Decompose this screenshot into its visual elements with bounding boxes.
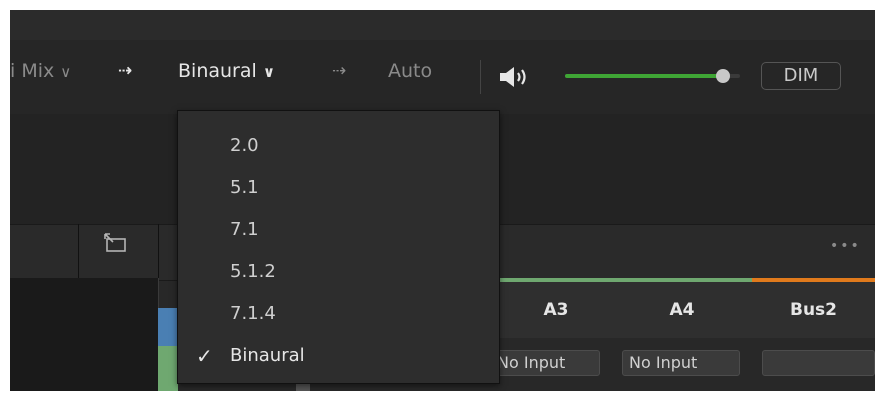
- track-color-marker: [158, 346, 178, 391]
- menu-item-label: 7.1.4: [230, 303, 276, 324]
- speaker-icon[interactable]: [498, 65, 534, 89]
- input-selector[interactable]: No Input: [622, 350, 740, 376]
- menu-item-5-1[interactable]: 5.1: [178, 168, 499, 208]
- checkmark-icon: ✓: [196, 344, 213, 368]
- mix-selector-label: i Mix: [10, 60, 55, 82]
- volume-slider-track[interactable]: [565, 69, 740, 83]
- dim-button[interactable]: DIM: [761, 62, 841, 90]
- routing-arrow-icon: ⇢: [332, 61, 347, 81]
- top-strip: [10, 10, 875, 40]
- channel-a4-header[interactable]: A4: [612, 282, 753, 338]
- menu-item-label: 7.1: [230, 219, 259, 240]
- divider: [480, 60, 481, 94]
- menu-item-5-1-2[interactable]: 5.1.2: [178, 252, 499, 292]
- menu-item-2-0[interactable]: 2.0: [178, 126, 499, 166]
- more-options-icon[interactable]: •••: [830, 238, 861, 254]
- format-selector[interactable]: Binaural ∨: [178, 56, 275, 87]
- format-selector-label: Binaural: [178, 60, 257, 82]
- menu-item-label: 5.1.2: [230, 261, 276, 282]
- divider: [78, 224, 79, 279]
- volume-slider-handle[interactable]: [716, 69, 730, 83]
- left-header-cell: [10, 224, 159, 279]
- monitor-toolbar: [10, 40, 875, 115]
- track-color-marker: [158, 308, 178, 346]
- menu-item-label: 2.0: [230, 135, 259, 156]
- menu-item-label: 5.1: [230, 177, 259, 198]
- track-list-pane: [10, 278, 159, 391]
- menu-item-label: Binaural: [230, 345, 305, 366]
- routing-arrow-icon: ⇢: [118, 61, 133, 81]
- channel-a3-header[interactable]: A3: [500, 282, 613, 338]
- menu-item-7-1[interactable]: 7.1: [178, 210, 499, 250]
- auto-label[interactable]: Auto: [388, 56, 432, 86]
- input-selector[interactable]: [762, 350, 875, 376]
- menu-item-binaural[interactable]: ✓ Binaural: [178, 336, 499, 376]
- menu-item-7-1-4[interactable]: 7.1.4: [178, 294, 499, 334]
- chevron-down-icon: ∨: [60, 63, 72, 81]
- format-dropdown-menu: 2.0 5.1 7.1 5.1.2 7.1.4 ✓ Binaural: [177, 110, 500, 384]
- chevron-down-icon: ∨: [262, 63, 276, 81]
- expand-window-icon[interactable]: [103, 232, 129, 254]
- input-selector[interactable]: No Input: [490, 350, 600, 376]
- volume-slider-fill: [565, 74, 723, 78]
- fairlight-mixer: i Mix ∨ ⇢ Binaural ∨ ⇢ Auto DIM ••• A3 A…: [10, 10, 875, 391]
- channel-bus2-header[interactable]: Bus2: [752, 282, 875, 338]
- mix-selector[interactable]: i Mix ∨: [10, 56, 71, 87]
